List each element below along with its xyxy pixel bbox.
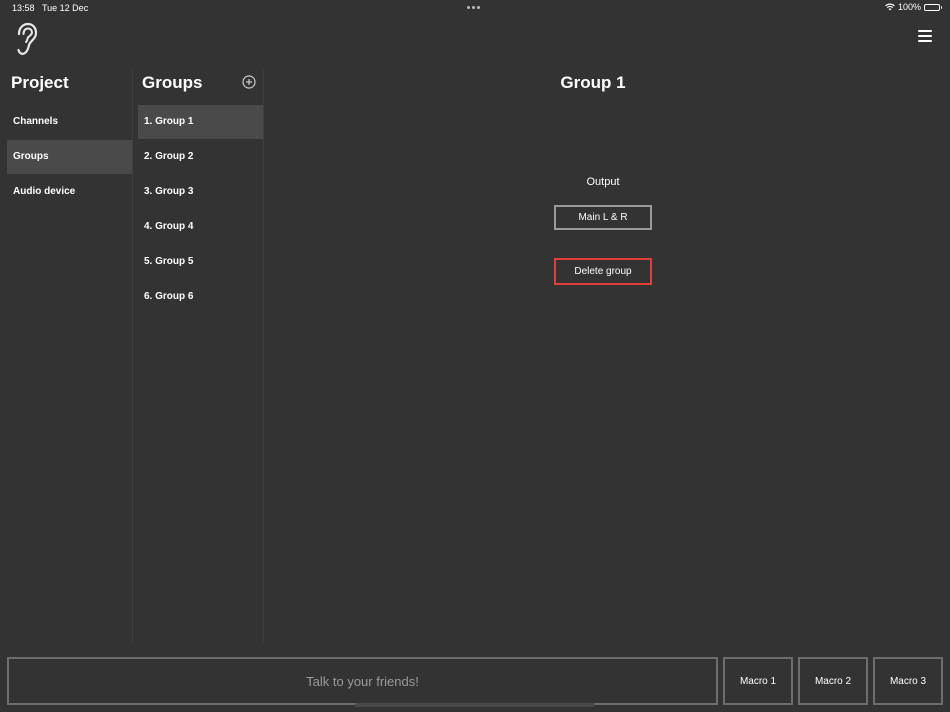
project-item-audio-device[interactable]: Audio device (7, 175, 132, 209)
groups-title: Groups (142, 73, 203, 92)
group-item-4[interactable]: 4. Group 4 (138, 210, 263, 244)
group-item-3[interactable]: 3. Group 3 (138, 175, 263, 209)
macro-1-button[interactable]: Macro 1 (723, 657, 793, 705)
home-indicator[interactable] (355, 703, 595, 707)
status-date: Tue 12 Dec (42, 3, 89, 13)
battery-icon (924, 3, 942, 11)
add-group-icon[interactable] (242, 75, 256, 89)
group-item-2[interactable]: 2. Group 2 (138, 140, 263, 174)
project-column: Project Channels Groups Audio device (0, 70, 132, 642)
status-right: 100% (885, 2, 942, 12)
groups-column: Groups 1. Group 1 2. Group 2 3. Group 3 … (133, 70, 263, 642)
group-item-6[interactable]: 6. Group 6 (138, 280, 263, 314)
column-divider (263, 70, 264, 642)
ear-icon (14, 22, 38, 56)
group-item-1[interactable]: 1. Group 1 (138, 105, 263, 139)
output-select-button[interactable]: Main L & R (554, 205, 652, 230)
app-screen: 13:58 Tue 12 Dec 100% Project Channels G… (0, 0, 950, 712)
project-item-channels[interactable]: Channels (7, 105, 132, 139)
output-label: Output (586, 176, 620, 188)
hamburger-menu-icon[interactable] (918, 30, 932, 44)
groups-list: 1. Group 1 2. Group 2 3. Group 3 4. Grou… (138, 105, 263, 315)
group-item-5[interactable]: 5. Group 5 (138, 245, 263, 279)
chat-input[interactable] (7, 657, 718, 705)
detail-title: Group 1 (560, 73, 626, 92)
macro-3-button[interactable]: Macro 3 (873, 657, 943, 705)
macro-2-button[interactable]: Macro 2 (798, 657, 868, 705)
status-bar: 13:58 Tue 12 Dec 100% (0, 0, 950, 18)
delete-group-button[interactable]: Delete group (554, 258, 652, 285)
multitasking-dots-icon[interactable] (467, 6, 480, 9)
project-nav-list: Channels Groups Audio device (7, 105, 132, 210)
battery-percent: 100% (897, 2, 921, 12)
status-time: 13:58 (12, 3, 35, 13)
project-title: Project (11, 73, 69, 92)
wifi-icon (885, 3, 895, 11)
project-item-groups[interactable]: Groups (7, 140, 132, 174)
